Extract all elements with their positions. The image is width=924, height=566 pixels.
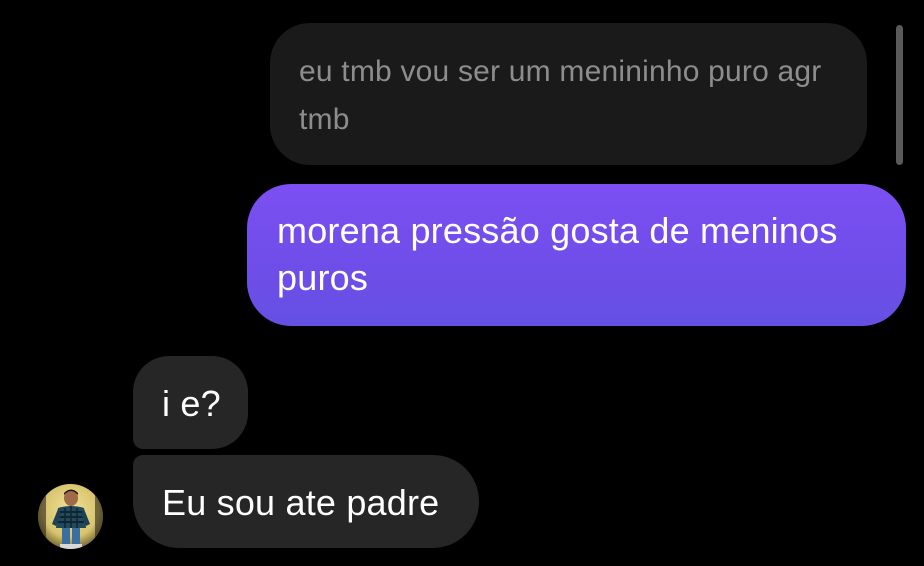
profile-photo-icon [38,484,103,549]
received-message-bubble[interactable]: i e? [133,356,248,449]
sent-message-bubble[interactable]: morena pressão gosta de meninos puros [247,184,906,326]
scrollbar[interactable] [896,25,903,165]
quoted-message-bubble[interactable]: eu tmb vou ser um menininho puro agr tmb [270,23,867,165]
received-message-bubble[interactable]: Eu sou ate padre [133,455,479,548]
sender-avatar[interactable] [38,484,103,549]
